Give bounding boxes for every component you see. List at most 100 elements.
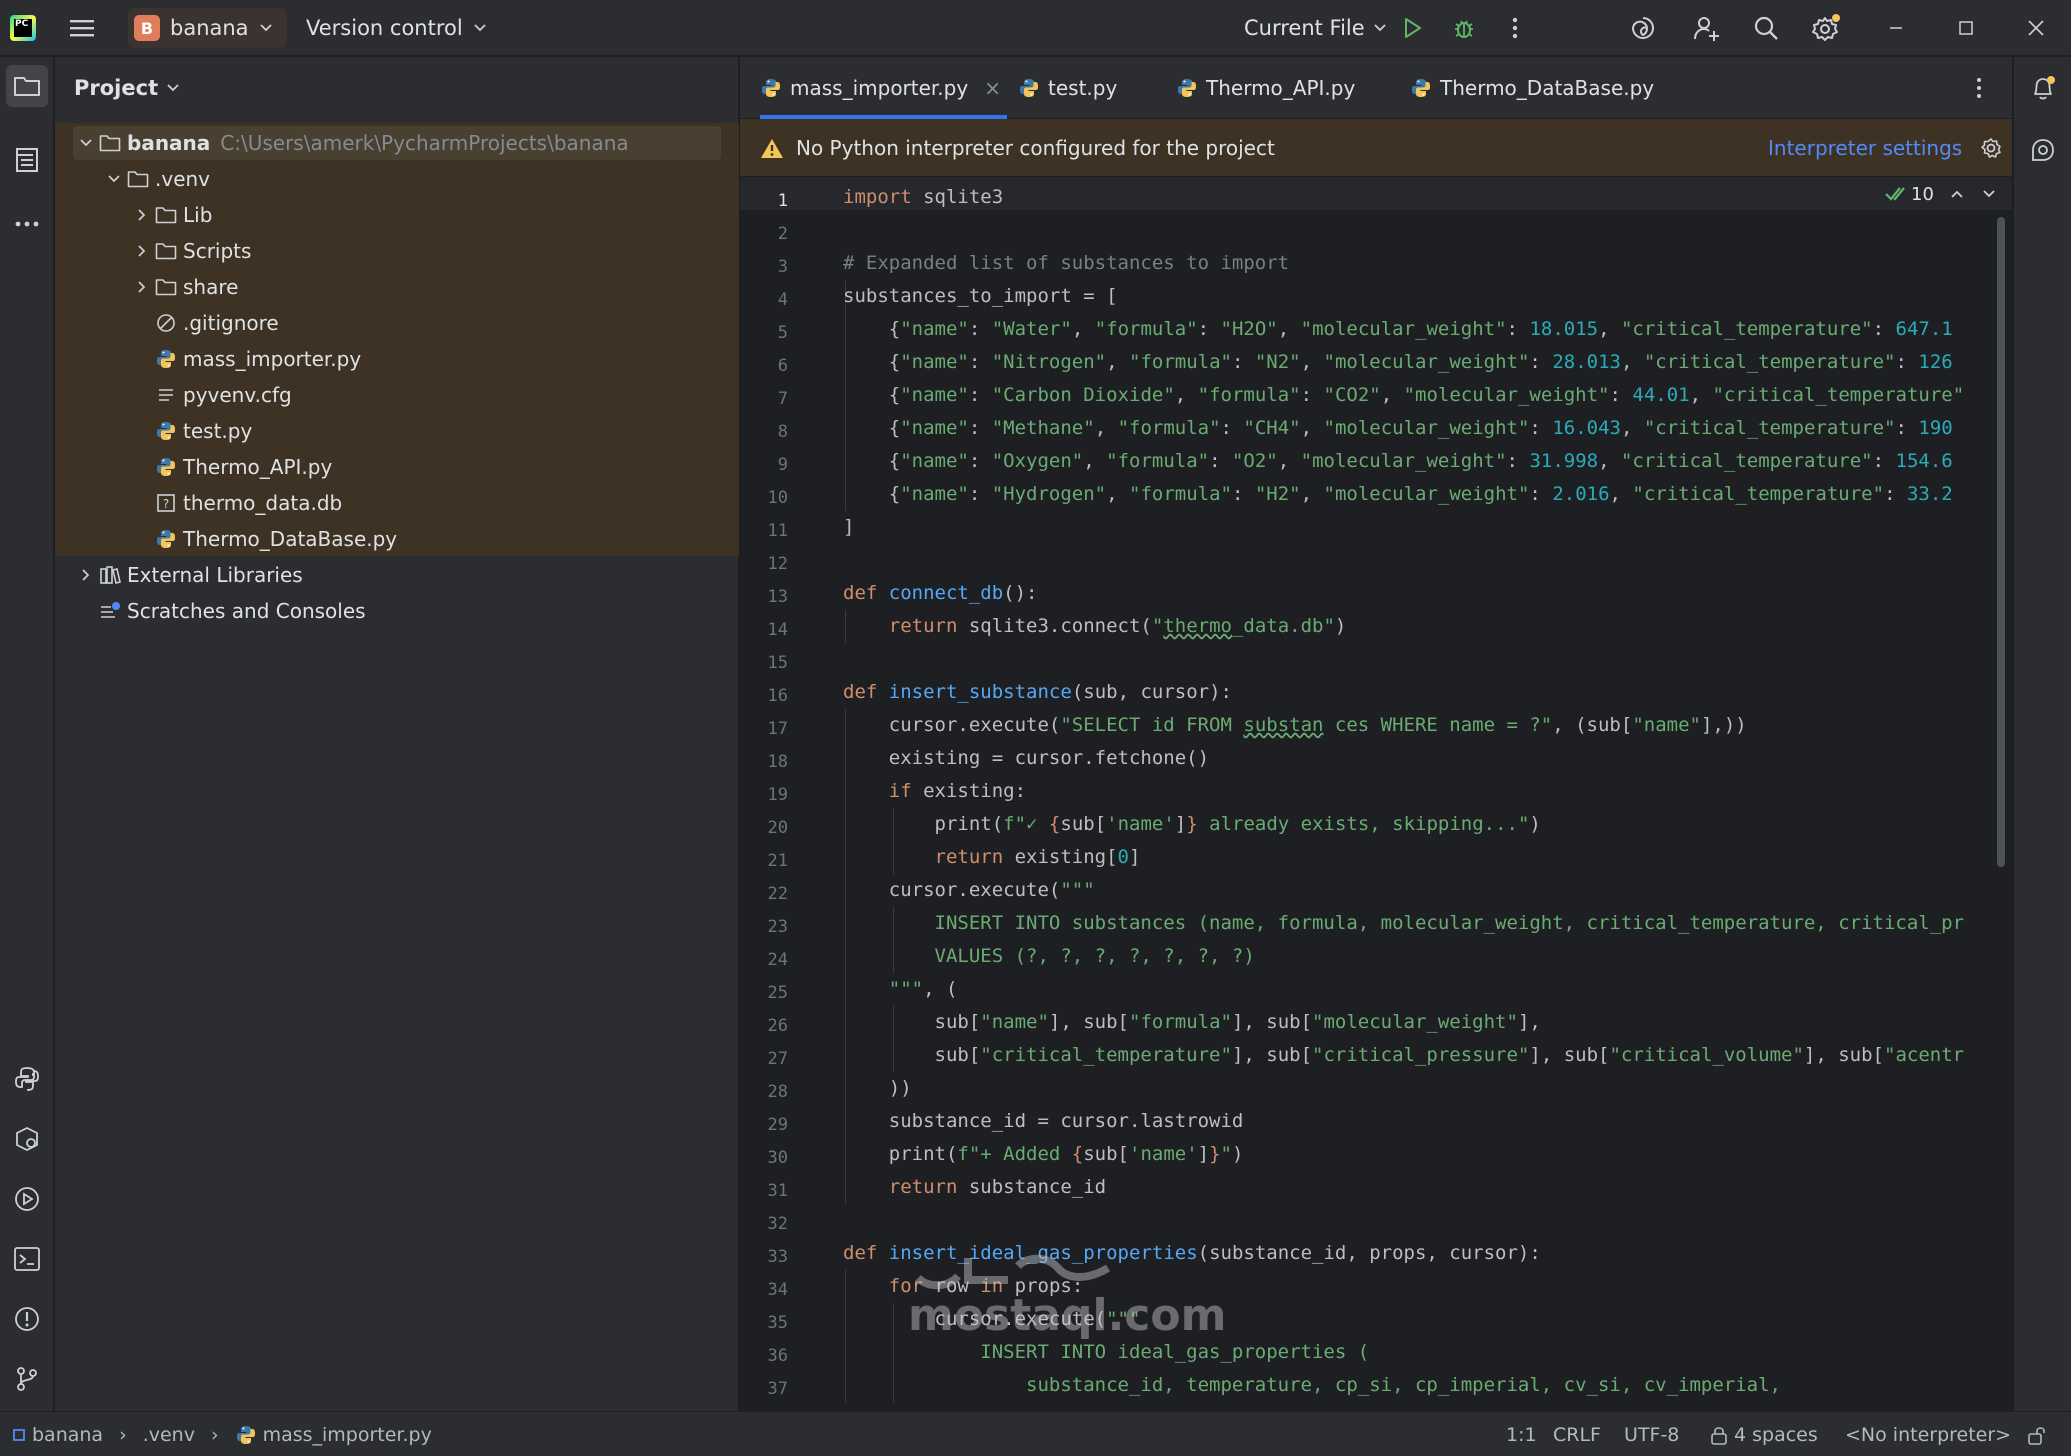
tab-options-button[interactable]: [1976, 57, 1982, 119]
line-number[interactable]: 15: [740, 647, 788, 680]
project-panel-header[interactable]: Project: [55, 57, 739, 119]
breadcrumb-item[interactable]: .venv: [143, 1424, 195, 1446]
tree-item-lib[interactable]: Lib: [131, 197, 212, 233]
line-number[interactable]: 25: [740, 977, 788, 1010]
breadcrumb-item[interactable]: banana: [32, 1424, 103, 1446]
code-line[interactable]: import sqlite3: [843, 181, 1003, 214]
services-button[interactable]: [6, 1178, 48, 1220]
interpreter-status[interactable]: <No interpreter>: [1845, 1412, 2011, 1456]
git-button[interactable]: [6, 1358, 48, 1400]
inspection-widget[interactable]: 10: [1885, 179, 1996, 209]
line-number[interactable]: 5: [740, 317, 788, 350]
code-line[interactable]: ]: [843, 511, 854, 544]
code-line[interactable]: cursor.execute(""": [843, 874, 1095, 907]
chevron-right-icon[interactable]: [131, 244, 153, 258]
code-with-me-button[interactable]: [1688, 0, 1724, 56]
line-number[interactable]: 28: [740, 1076, 788, 1109]
code-line[interactable]: {"name": "Water", "formula": "H2O", "mol…: [843, 313, 1953, 346]
project-tool-button[interactable]: [6, 65, 48, 107]
line-number[interactable]: 36: [740, 1340, 788, 1373]
project-switcher[interactable]: B banana: [128, 8, 287, 48]
code-editor[interactable]: import sqlite3 # Expanded list of substan…: [843, 177, 1993, 1411]
line-number[interactable]: 19: [740, 779, 788, 812]
breadcrumb-item[interactable]: mass_importer.py: [263, 1424, 432, 1446]
line-number[interactable]: 1: [740, 185, 788, 218]
line-number[interactable]: 32: [740, 1208, 788, 1241]
structure-tool-button[interactable]: [6, 139, 48, 181]
tree-item-venv[interactable]: .venv: [103, 161, 210, 197]
code-line[interactable]: substance_id, temperature, cp_si, cp_imp…: [843, 1369, 1781, 1402]
tree-item-test-py[interactable]: test.py: [131, 413, 252, 449]
notifications-button[interactable]: [2022, 67, 2064, 109]
run-button[interactable]: [1394, 0, 1430, 56]
code-line[interactable]: {"name": "Hydrogen", "formula": "H2", "m…: [843, 478, 1953, 511]
chevron-down-icon[interactable]: [1982, 189, 1996, 199]
code-line[interactable]: if existing:: [843, 775, 1026, 808]
tab-thermo-database[interactable]: Thermo_DataBase.py: [1410, 57, 1654, 119]
line-number[interactable]: 4: [740, 284, 788, 317]
line-number[interactable]: 30: [740, 1142, 788, 1175]
settings-button[interactable]: [1808, 0, 1844, 56]
line-number[interactable]: 14: [740, 614, 788, 647]
tree-item-thermo-data-db[interactable]: ? thermo_data.db: [131, 485, 342, 521]
code-line[interactable]: return existing[0]: [843, 841, 1141, 874]
tree-item-banana[interactable]: banana C:\Users\amerk\PycharmProjects\ban…: [75, 125, 629, 161]
chevron-down-icon[interactable]: [75, 137, 97, 149]
readonly-toggle[interactable]: [2028, 1412, 2046, 1456]
line-number-gutter[interactable]: 1 2 3 4 5 6 7 8 9 10 11 12 13 14 15 16 17 18 19 20 21 22 23 24 2…: [740, 177, 840, 1411]
line-number[interactable]: 2: [740, 218, 788, 251]
line-number[interactable]: 24: [740, 944, 788, 977]
code-line[interactable]: sub["critical_temperature"], sub["critic…: [843, 1039, 1965, 1072]
tree-item-thermo-api-py[interactable]: Thermo_API.py: [131, 449, 332, 485]
interpreter-settings-link[interactable]: Interpreter settings: [1768, 136, 1962, 160]
terminal-button[interactable]: [6, 1238, 48, 1280]
code-line[interactable]: substances_to_import = [: [843, 280, 1118, 313]
close-tab-icon[interactable]: ×: [984, 76, 1001, 100]
code-line[interactable]: {"name": "Methane", "formula": "CH4", "m…: [843, 412, 1953, 445]
close-window-button[interactable]: [2018, 0, 2054, 56]
line-number[interactable]: 33: [740, 1241, 788, 1274]
code-line[interactable]: {"name": "Oxygen", "formula": "O2", "mol…: [843, 445, 1953, 478]
code-line[interactable]: """, (: [843, 973, 958, 1006]
code-line[interactable]: existing = cursor.fetchone(): [843, 742, 1209, 775]
line-number[interactable]: 10: [740, 482, 788, 515]
search-everywhere-button[interactable]: [1748, 0, 1784, 56]
line-separator[interactable]: CRLF: [1553, 1412, 1601, 1456]
line-number[interactable]: 7: [740, 383, 788, 416]
chevron-right-icon[interactable]: [131, 280, 153, 294]
line-number[interactable]: 37: [740, 1373, 788, 1406]
code-line[interactable]: cursor.execute("SELECT id FROM substan c…: [843, 709, 1747, 742]
line-number[interactable]: 9: [740, 449, 788, 482]
debug-button[interactable]: [1446, 0, 1482, 56]
code-line[interactable]: print(f"✓ {sub['name']} already exists, …: [843, 808, 1541, 841]
tab-thermo-api[interactable]: Thermo_API.py: [1176, 57, 1355, 119]
code-line[interactable]: def insert_substance(sub, cursor):: [843, 676, 1232, 709]
tree-item-pyvenv-cfg[interactable]: pyvenv.cfg: [131, 377, 292, 413]
tree-item-share[interactable]: share: [131, 269, 238, 305]
line-number[interactable]: 12: [740, 548, 788, 581]
chevron-up-icon[interactable]: [1950, 189, 1964, 199]
maximize-button[interactable]: [1948, 0, 1984, 56]
file-encoding[interactable]: UTF-8: [1624, 1412, 1679, 1456]
line-number[interactable]: 31: [740, 1175, 788, 1208]
chevron-right-icon[interactable]: [131, 208, 153, 222]
line-number[interactable]: 13: [740, 581, 788, 614]
more-tools-button[interactable]: [6, 203, 48, 245]
line-number[interactable]: 18: [740, 746, 788, 779]
line-number[interactable]: 34: [740, 1274, 788, 1307]
line-number[interactable]: 21: [740, 845, 788, 878]
python-packages-button[interactable]: [6, 1058, 48, 1100]
main-menu-button[interactable]: [66, 0, 98, 56]
tree-item-gitignore[interactable]: .gitignore: [131, 305, 279, 341]
chevron-down-icon[interactable]: [103, 173, 125, 185]
ai-chat-button[interactable]: [2022, 129, 2064, 171]
python-console-button[interactable]: [6, 1118, 48, 1160]
line-number[interactable]: 26: [740, 1010, 788, 1043]
tab-mass-importer[interactable]: mass_importer.py ×: [760, 57, 1007, 119]
code-line[interactable]: return substance_id: [843, 1171, 1106, 1204]
line-number[interactable]: 23: [740, 911, 788, 944]
run-configuration-selector[interactable]: Current File: [1244, 0, 1387, 56]
line-number[interactable]: 17: [740, 713, 788, 746]
code-line[interactable]: VALUES (?, ?, ?, ?, ?, ?, ?): [843, 940, 1255, 973]
code-line[interactable]: sub["name"], sub["formula"], sub["molecu…: [843, 1006, 1541, 1039]
